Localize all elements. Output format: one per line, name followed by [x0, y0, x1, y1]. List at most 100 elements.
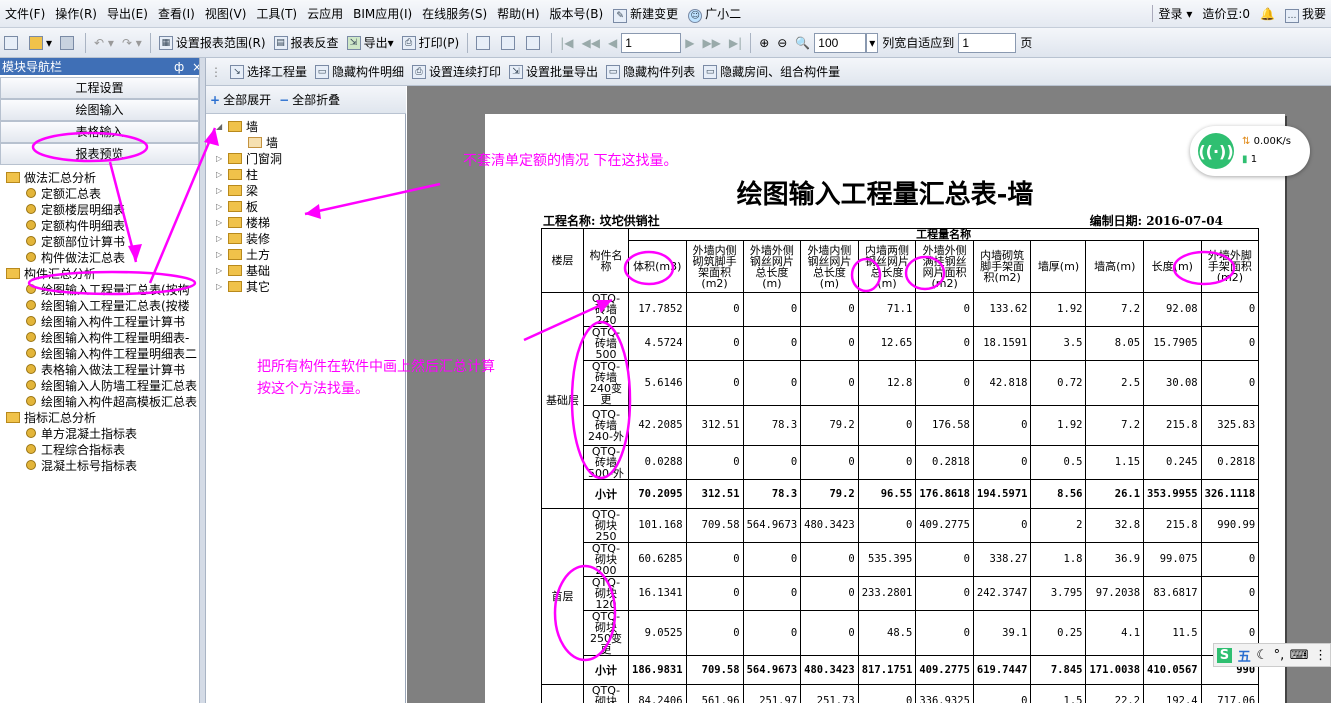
- hide-detail-button[interactable]: ▭ 隐藏构件明细: [311, 63, 408, 80]
- fit-pages-input[interactable]: [958, 32, 1017, 53]
- collapsed-arrow-icon[interactable]: ▷: [216, 202, 228, 211]
- tree-item[interactable]: 构件做法汇总表: [26, 249, 125, 265]
- collapsed-arrow-icon[interactable]: ▷: [216, 250, 228, 259]
- menu-cloud[interactable]: 云应用: [302, 5, 348, 22]
- two-page-button[interactable]: [497, 35, 522, 50]
- component-category[interactable]: ▷ 装修: [216, 230, 270, 246]
- component-category[interactable]: ▷ 楼梯: [216, 214, 270, 230]
- prev-page-button[interactable]: ◀◀: [578, 36, 604, 50]
- nav-report-preview[interactable]: 报表预览: [0, 143, 199, 165]
- login-menu[interactable]: 登录 ▾: [1152, 5, 1197, 22]
- nav-project-settings[interactable]: 工程设置: [0, 77, 199, 99]
- page-number-input[interactable]: [621, 32, 682, 53]
- expanded-arrow-icon[interactable]: ◢: [216, 122, 228, 131]
- prev-button[interactable]: ◀: [604, 36, 621, 50]
- continuous-print-button[interactable]: ⎙ 设置连续打印: [408, 63, 505, 80]
- collapsed-arrow-icon[interactable]: ▷: [216, 282, 228, 291]
- zoom-in-button[interactable]: ⊕: [755, 36, 773, 50]
- tree-folder[interactable]: 构件汇总分析: [6, 265, 96, 281]
- next-page-button[interactable]: ▶▶: [698, 36, 724, 50]
- tree-item[interactable]: 表格输入做法工程量计算书: [26, 361, 185, 377]
- assistant-button[interactable]: ☺ 广小二: [683, 5, 746, 23]
- pin-icon[interactable]: ф: [174, 60, 184, 74]
- expand-all-button[interactable]: + 全部展开: [206, 91, 275, 108]
- punctuation-icon[interactable]: °,: [1274, 648, 1285, 663]
- tree-item[interactable]: 定额构件明细表: [26, 217, 125, 233]
- component-item[interactable]: 墙: [236, 134, 278, 150]
- save-button[interactable]: [56, 35, 81, 50]
- menu-version[interactable]: 版本号(B): [545, 5, 609, 22]
- collapsed-arrow-icon[interactable]: ▷: [216, 170, 228, 179]
- zoom-icon[interactable]: 🔍: [791, 36, 814, 50]
- hide-list-button[interactable]: ▭ 隐藏构件列表: [602, 63, 699, 80]
- component-category[interactable]: ◢ 墙: [216, 118, 258, 134]
- undo-button[interactable]: ↶ ▾: [90, 36, 118, 50]
- zoom-dropdown[interactable]: ▾: [866, 32, 879, 53]
- print-button[interactable]: ⎙ 打印(P): [398, 34, 464, 51]
- next-button[interactable]: ▶: [681, 36, 698, 50]
- tree-item[interactable]: 混凝土标号指标表: [26, 457, 137, 473]
- tree-item[interactable]: 工程综合指标表: [26, 441, 125, 457]
- tree-folder[interactable]: 做法汇总分析: [6, 169, 96, 185]
- nav-drawing-input[interactable]: 绘图输入: [0, 99, 199, 121]
- tree-item[interactable]: 定额部位计算书: [26, 233, 125, 249]
- menu-tools[interactable]: 工具(T): [251, 5, 302, 22]
- hide-room-button[interactable]: ▭ 隐藏房间、组合构件量: [699, 63, 844, 80]
- component-category[interactable]: ▷ 柱: [216, 166, 258, 182]
- component-category[interactable]: ▷ 基础: [216, 262, 270, 278]
- menu-file[interactable]: 文件(F): [0, 5, 50, 22]
- redo-button[interactable]: ↷ ▾: [118, 36, 146, 50]
- tree-item[interactable]: 定额楼层明细表: [26, 201, 125, 217]
- single-page-button[interactable]: [472, 35, 497, 50]
- export-button[interactable]: ⇲ 导出 ▾: [343, 34, 398, 51]
- first-page-button[interactable]: |◀: [556, 36, 577, 50]
- component-category[interactable]: ▷ 土方: [216, 246, 270, 262]
- new-file-button[interactable]: [0, 35, 25, 50]
- new-change-button[interactable]: ✎ 新建变更: [608, 5, 683, 23]
- more-icon[interactable]: ⋮: [1314, 648, 1327, 663]
- component-category[interactable]: ▷ 门窗洞: [216, 150, 282, 166]
- collapsed-arrow-icon[interactable]: ▷: [216, 266, 228, 275]
- tree-item[interactable]: 绘图输入构件工程量计算书: [26, 313, 185, 329]
- collapsed-arrow-icon[interactable]: ▷: [216, 186, 228, 195]
- open-file-button[interactable]: ▾: [25, 35, 56, 50]
- multi-page-button[interactable]: [522, 35, 547, 50]
- menu-export[interactable]: 导出(E): [102, 5, 153, 22]
- ime-mode[interactable]: 五: [1238, 646, 1251, 665]
- collapsed-arrow-icon[interactable]: ▷: [216, 218, 228, 227]
- tree-item[interactable]: 绘图输入工程量汇总表(按构: [26, 281, 190, 297]
- set-range-button[interactable]: ▦ 设置报表范围(R): [155, 34, 270, 51]
- menu-operate[interactable]: 操作(R): [50, 5, 102, 22]
- collapse-all-button[interactable]: − 全部折叠: [275, 91, 344, 108]
- suggest-link[interactable]: … 我要: [1280, 5, 1331, 23]
- tree-item[interactable]: 绘图输入构件工程量明细表-: [26, 329, 189, 345]
- batch-export-button[interactable]: ⇲ 设置批量导出: [505, 63, 602, 80]
- menu-help[interactable]: 帮助(H): [492, 5, 544, 22]
- splitter[interactable]: [199, 58, 206, 703]
- bell-icon[interactable]: 🔔: [1255, 7, 1280, 21]
- zoom-out-button[interactable]: ⊖: [773, 36, 791, 50]
- ime-toolbar[interactable]: S 五 ☾ °, ⌨ ⋮: [1213, 643, 1331, 667]
- zoom-input[interactable]: [814, 32, 867, 53]
- menu-view-check[interactable]: 查看(I): [153, 5, 200, 22]
- tree-item[interactable]: 单方混凝土指标表: [26, 425, 137, 441]
- nav-table-input[interactable]: 表格输入: [0, 121, 199, 143]
- moon-icon[interactable]: ☾: [1256, 648, 1268, 663]
- report-preview-area[interactable]: 绘图输入工程量汇总表-墙 工程名称: 坟坨供销社 编制日期: 2016-07-0…: [407, 86, 1331, 703]
- component-category[interactable]: ▷ 其它: [216, 278, 270, 294]
- tree-item[interactable]: 定额汇总表: [26, 185, 101, 201]
- menu-online[interactable]: 在线服务(S): [417, 5, 492, 22]
- keyboard-icon[interactable]: ⌨: [1290, 648, 1309, 663]
- last-page-button[interactable]: ▶|: [725, 36, 746, 50]
- review-button[interactable]: ▤ 报表反查: [270, 34, 343, 51]
- select-quantity-button[interactable]: ↘ 选择工程量: [226, 63, 311, 80]
- tree-item[interactable]: 绘图输入人防墙工程量汇总表: [26, 377, 197, 393]
- menu-view[interactable]: 视图(V): [200, 5, 252, 22]
- collapsed-arrow-icon[interactable]: ▷: [216, 234, 228, 243]
- tree-folder[interactable]: 指标汇总分析: [6, 409, 96, 425]
- tree-item[interactable]: 绘图输入工程量汇总表(按楼: [26, 297, 190, 313]
- collapsed-arrow-icon[interactable]: ▷: [216, 154, 228, 163]
- tree-item[interactable]: 绘图输入构件工程量明细表二: [26, 345, 197, 361]
- tree-item[interactable]: 绘图输入构件超高模板汇总表: [26, 393, 197, 409]
- component-category[interactable]: ▷ 板: [216, 198, 258, 214]
